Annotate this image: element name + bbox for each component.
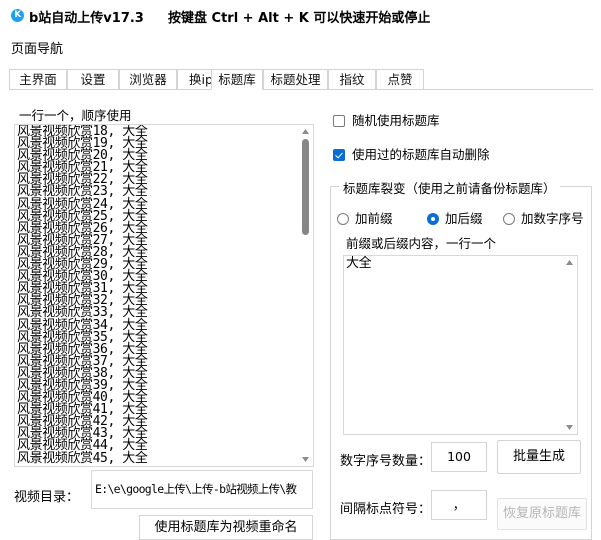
title-fission-group: 标题库裂变（使用之前请备份标题库） 加前缀 加后缀 加数字序号 前缀或后缀内容，… <box>330 186 592 540</box>
scroll-down-arrow-icon[interactable] <box>302 457 309 462</box>
tab-settings[interactable]: 设置 <box>67 69 119 90</box>
title-library-textarea[interactable]: 风景视频欣赏18, 大全 风景视频欣赏19, 大全 风景视频欣赏20, 大全 风… <box>14 124 314 467</box>
radio-add-prefix[interactable]: 加前缀 <box>337 208 393 227</box>
radio-add-number-sequence-dot[interactable] <box>503 213 515 225</box>
affix-content-value: 大全 <box>346 257 371 271</box>
scroll-thumb[interactable] <box>302 139 309 235</box>
radio-add-suffix-dot[interactable] <box>427 213 439 225</box>
auto-delete-used-checkbox[interactable] <box>333 149 345 161</box>
tab-title-processing[interactable]: 标题处理 <box>263 69 328 90</box>
affix-content-scrollbar[interactable] <box>562 256 577 434</box>
tab-browser[interactable]: 浏览器 <box>119 69 177 90</box>
tab-underline <box>9 89 593 90</box>
tab-fingerprint[interactable]: 指纹 <box>328 69 376 90</box>
separator-input[interactable]: ， <box>431 490 487 520</box>
video-directory-input[interactable]: E:\e\google上传\上传-b站视频上传\教 <box>91 470 313 509</box>
title-fission-legend: 标题库裂变（使用之前请备份标题库） <box>339 178 560 197</box>
hotkey-hint-text: 按键盘 Ctrl + Alt + K 可以快速开始或停止 <box>168 7 430 26</box>
affix-scroll-down-arrow-icon[interactable] <box>566 425 573 430</box>
auto-delete-used-checkbox-row[interactable]: 使用过的标题库自动删除 <box>333 144 490 163</box>
tab-like[interactable]: 点赞 <box>376 69 424 90</box>
affix-scroll-up-arrow-icon[interactable] <box>566 260 573 265</box>
app-logo-icon: K <box>11 9 24 22</box>
number-count-label: 数字序号数量： <box>340 450 431 469</box>
number-count-input[interactable]: 100 <box>431 442 487 472</box>
page-title: b站自动上传v17.3 <box>29 7 144 26</box>
video-directory-value: E:\e\google上传\上传-b站视频上传\教 <box>95 481 296 497</box>
random-title-library-label: 随机使用标题库 <box>352 113 440 128</box>
app-header: K b站自动上传v17.3 按键盘 Ctrl + Alt + K 可以快速开始或… <box>0 0 601 30</box>
tab-bar: 主界面 设置 浏览器 换ip 标题库 标题处理 指纹 点赞 <box>9 69 593 91</box>
radio-add-number-sequence[interactable]: 加数字序号 <box>503 208 584 227</box>
scroll-up-arrow-icon[interactable] <box>302 129 309 134</box>
tab-title-library[interactable]: 标题库 <box>211 69 263 90</box>
rename-videos-button[interactable]: 使用标题库为视频重命名 <box>139 515 313 540</box>
random-title-library-checkbox[interactable] <box>333 115 345 127</box>
affix-mode-radio-group: 加前缀 加后缀 加数字序号 <box>331 208 593 224</box>
separator-label: 间隔标点符号： <box>340 498 431 517</box>
video-directory-label: 视频目录： <box>14 486 79 505</box>
radio-add-prefix-label: 加前缀 <box>355 211 393 226</box>
restore-title-library-button[interactable]: 恢复原标题库 <box>497 498 587 530</box>
radio-add-number-sequence-label: 加数字序号 <box>521 211 584 226</box>
page-navigation-label: 页面导航 <box>11 38 63 57</box>
auto-delete-used-label: 使用过的标题库自动删除 <box>352 147 490 162</box>
title-library-scrollbar[interactable] <box>298 125 313 466</box>
radio-add-suffix-label: 加后缀 <box>445 211 483 226</box>
batch-generate-button[interactable]: 批量生成 <box>497 440 581 474</box>
affix-content-textarea[interactable]: 大全 <box>343 255 578 435</box>
tab-main[interactable]: 主界面 <box>9 69 67 90</box>
radio-add-prefix-dot[interactable] <box>337 213 349 225</box>
random-title-library-checkbox-row[interactable]: 随机使用标题库 <box>333 110 440 129</box>
title-list-hint: 一行一个，顺序使用 <box>19 105 132 124</box>
affix-content-hint: 前缀或后缀内容，一行一个 <box>346 233 496 252</box>
title-library-content: 风景视频欣赏18, 大全 风景视频欣赏19, 大全 风景视频欣赏20, 大全 风… <box>17 126 297 465</box>
radio-add-suffix[interactable]: 加后缀 <box>427 208 483 227</box>
